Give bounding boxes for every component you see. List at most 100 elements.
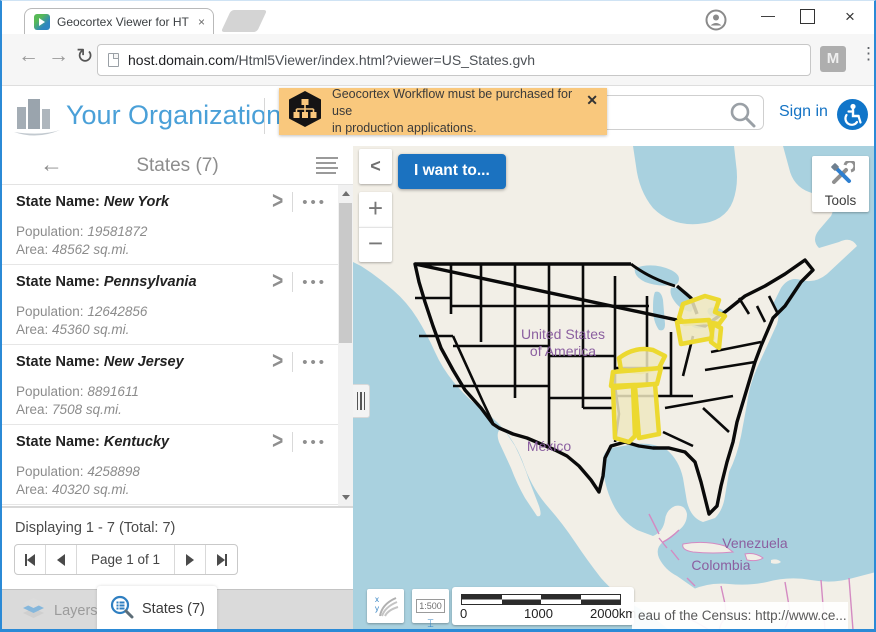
browser-window: Geocortex Viewer for HT × — × ← → ↻ host… — [0, 0, 876, 632]
panel-tab-bar: Layers States (7) — [2, 589, 353, 630]
population-row: Population: 8891611 — [16, 384, 353, 399]
scale-bracket-icon: ⌶ — [427, 618, 434, 630]
search-icon[interactable] — [727, 99, 757, 134]
map-canvas: United States of America México Venezuel… — [353, 146, 876, 630]
more-actions-icon[interactable]: ••• — [302, 194, 327, 211]
area-row: Area: 45360 sq.mi. — [16, 322, 353, 337]
layers-icon — [20, 595, 47, 626]
chevron-right-icon[interactable]: > — [272, 348, 283, 376]
scroll-down-icon[interactable] — [342, 495, 350, 500]
svg-text:x: x — [375, 595, 379, 604]
app-header: Your Organization Geocortex Workflow mus… — [2, 86, 874, 146]
scale-ratio-button[interactable]: 1:500 ⌶ — [412, 589, 449, 623]
results-scrollbar[interactable] — [338, 185, 353, 506]
more-actions-icon[interactable]: ••• — [302, 434, 327, 451]
scroll-up-icon[interactable] — [342, 191, 350, 196]
back-icon[interactable]: ← — [18, 44, 39, 68]
geocortex-favicon-icon — [34, 14, 50, 30]
refresh-icon[interactable]: ↻ — [76, 44, 94, 69]
tab-states[interactable]: States (7) — [97, 586, 217, 631]
page-icon — [108, 53, 119, 67]
results-list: State Name: New York > ••• Population: 1… — [2, 185, 353, 506]
population-row: Population: 12642856 — [16, 304, 353, 319]
colombia-label: Colombia — [691, 557, 750, 573]
list-item[interactable]: State Name: Kentucky > ••• Population: 4… — [2, 425, 353, 505]
i-want-to-button[interactable]: I want to... — [398, 154, 506, 189]
population-row: Population: 19581872 — [16, 224, 353, 239]
action-divider — [292, 352, 293, 372]
zoom-in-button[interactable]: + — [359, 192, 392, 227]
browser-titlebar: Geocortex Viewer for HT × — × — [2, 1, 874, 34]
panel-collapse-button[interactable]: < — [359, 149, 392, 184]
extension-badge[interactable]: M — [820, 46, 846, 72]
window-close-button[interactable]: × — [845, 7, 855, 27]
organization-logo-icon — [12, 92, 62, 145]
workflow-notification: Geocortex Workflow must be purchased for… — [279, 88, 607, 135]
chevron-right-icon[interactable]: > — [272, 188, 283, 216]
action-divider — [292, 432, 293, 452]
tools-icon — [827, 174, 855, 191]
area-row: Area: 40320 sq.mi. — [16, 482, 353, 497]
accessibility-icon[interactable] — [837, 99, 868, 130]
profile-icon[interactable] — [705, 9, 727, 36]
chevron-right-icon[interactable]: > — [272, 428, 283, 456]
more-actions-icon[interactable]: ••• — [302, 274, 327, 291]
venezuela-label: Venezuela — [722, 535, 788, 551]
mexico-label: México — [527, 438, 572, 454]
maximize-button[interactable] — [800, 9, 815, 24]
browser-menu-icon[interactable]: ⋮ — [860, 44, 876, 64]
area-row: Area: 7508 sq.mi. — [16, 402, 353, 417]
tab-close-icon[interactable]: × — [196, 15, 207, 29]
panel-header: ← States (7) — [2, 146, 353, 185]
svg-text:y: y — [375, 604, 379, 613]
scale-mid-label: 1000 — [524, 606, 553, 621]
usa-label-line1: United States — [521, 326, 605, 342]
action-divider — [292, 192, 293, 212]
action-divider — [292, 272, 293, 292]
tab-states-label: States (7) — [142, 601, 205, 617]
tools-button[interactable]: Tools — [812, 156, 869, 212]
pagination: Page 1 of 1 — [14, 544, 238, 575]
organization-name: Your Organization — [66, 100, 281, 131]
tab-title: Geocortex Viewer for HT — [57, 15, 189, 29]
notification-close-icon[interactable]: ✕ — [586, 92, 598, 109]
browser-toolbar: ← → ↻ host.domain.com/Html5Viewer/index.… — [2, 34, 874, 86]
header-divider — [264, 98, 265, 134]
list-item[interactable]: State Name: New York > ••• Population: 1… — [2, 185, 353, 265]
last-page-button[interactable] — [206, 545, 237, 574]
scale-end-label: 2000km — [590, 606, 636, 621]
scale-zero-label: 0 — [460, 606, 467, 621]
list-item[interactable]: State Name: Pennsylvania > ••• Populatio… — [2, 265, 353, 345]
sign-in-link[interactable]: Sign in — [779, 103, 828, 121]
more-actions-icon[interactable]: ••• — [302, 354, 327, 371]
population-row: Population: 4258898 — [16, 464, 353, 479]
url-text: host.domain.com/Html5Viewer/index.html?v… — [128, 52, 535, 68]
panel-splitter-handle[interactable] — [353, 384, 370, 418]
usa-label-line2: of America — [530, 343, 596, 359]
map-viewport[interactable]: United States of America México Venezuel… — [353, 146, 876, 630]
panel-title: States (7) — [2, 155, 353, 177]
search-results-icon — [109, 594, 135, 624]
results-summary: Displaying 1 - 7 (Total: 7) — [15, 520, 175, 536]
map-attribution: eau of the Census: http://www.ce... — [632, 602, 848, 629]
browser-tab[interactable]: Geocortex Viewer for HT × — [24, 8, 214, 35]
zoom-out-button[interactable]: − — [359, 227, 392, 262]
new-tab-button[interactable] — [221, 10, 267, 32]
forward-icon[interactable]: → — [48, 44, 69, 68]
minimize-button[interactable]: — — [754, 7, 782, 29]
results-menu-icon[interactable] — [316, 157, 338, 177]
coordinates-widget-button[interactable]: x y — [367, 589, 404, 623]
page-indicator: Page 1 of 1 — [77, 545, 175, 574]
chevron-right-icon[interactable]: > — [272, 268, 283, 296]
notification-text: Geocortex Workflow must be purchased for… — [332, 86, 584, 137]
previous-page-button[interactable] — [46, 545, 77, 574]
first-page-button[interactable] — [15, 545, 46, 574]
scale-bar-graphic — [461, 594, 621, 605]
list-item[interactable]: State Name: New Jersey > ••• Population:… — [2, 345, 353, 425]
tab-layers[interactable]: Layers — [8, 590, 110, 631]
scrollbar-thumb[interactable] — [339, 203, 352, 343]
tools-label: Tools — [812, 193, 869, 208]
next-page-button[interactable] — [175, 545, 206, 574]
results-panel: ← States (7) State Name: New York > ••• … — [2, 146, 353, 630]
address-bar[interactable]: host.domain.com/Html5Viewer/index.html?v… — [97, 44, 811, 76]
